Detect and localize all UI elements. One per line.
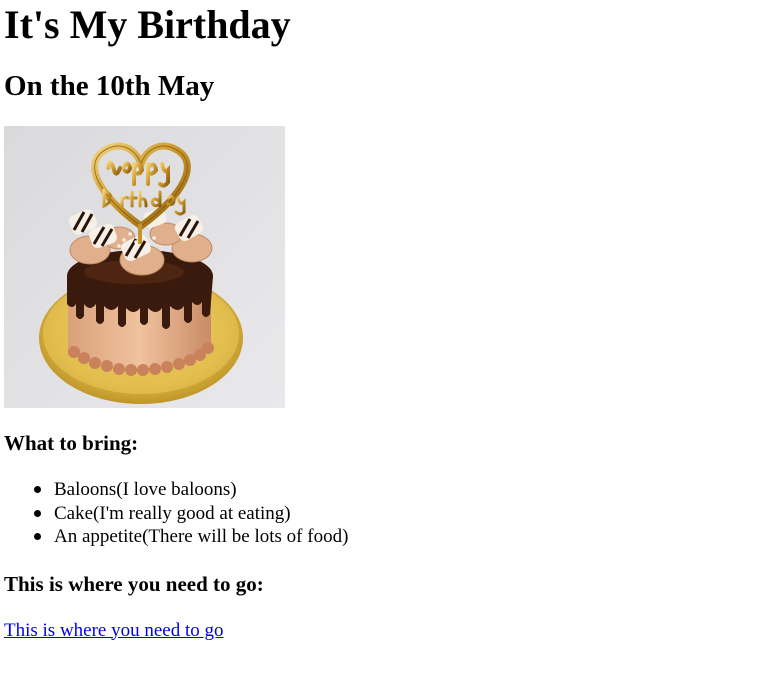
bullet-icon: [34, 509, 41, 517]
list-item-text: Baloons(I love baloons): [54, 479, 237, 500]
list-item: Cake(I'm really good at eating): [34, 502, 758, 526]
list-item-text: An appetite(There will be lots of food): [54, 526, 349, 547]
list-item: An appetite(There will be lots of food): [34, 525, 758, 549]
bring-list: Baloons(I love baloons) Cake(I'm really …: [4, 478, 758, 549]
page-subtitle: On the 10th May: [4, 70, 215, 102]
birthday-cake-image: [4, 126, 285, 408]
list-item: Baloons(I love baloons): [34, 478, 758, 502]
bullet-icon: [34, 486, 41, 493]
where-heading: This is where you need to go:: [4, 571, 264, 596]
page-title: It's My Birthday: [4, 2, 291, 47]
bring-heading: What to bring:: [4, 431, 139, 455]
directions-link[interactable]: This is where you need to go: [4, 619, 224, 643]
list-item-text: Cake(I'm really good at eating): [54, 502, 291, 524]
page-content: It's My Birthday On the 10th May What to…: [0, 0, 762, 643]
bullet-icon: [34, 533, 41, 540]
